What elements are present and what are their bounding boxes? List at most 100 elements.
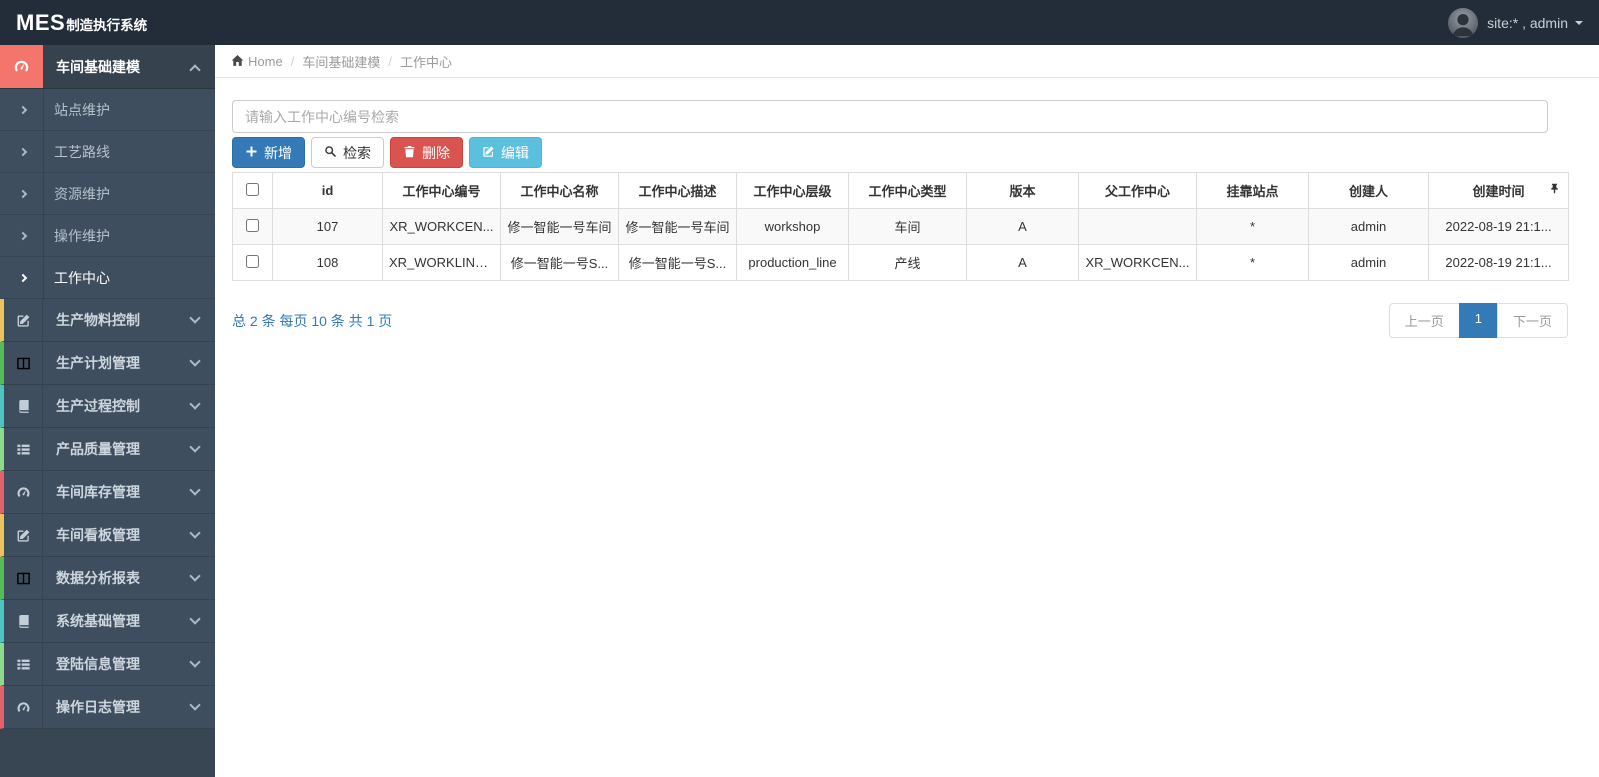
top-navbar: MES 制造执行系统 site:* , admin bbox=[0, 0, 1599, 45]
chevron-down-icon bbox=[189, 312, 201, 324]
cell-created: 2022-08-19 21:1... bbox=[1428, 208, 1569, 245]
sidebar-item[interactable]: 数据分析报表 bbox=[0, 557, 215, 600]
cell-name: 修一智能一号S... bbox=[500, 244, 619, 281]
toolbar: 新增 检索 删除 编辑 bbox=[232, 137, 1582, 168]
cell-id: 108 bbox=[272, 244, 383, 281]
column-header-type: 工作中心类型 bbox=[848, 172, 967, 209]
book-icon bbox=[4, 385, 43, 427]
add-button[interactable]: 新增 bbox=[232, 137, 305, 168]
sidebar-subitem-label: 资源维护 bbox=[54, 185, 110, 202]
table-body: 107 XR_WORKCEN... 修一智能一号车间 修一智能一号车间 workshop… bbox=[232, 208, 1569, 281]
pagination: 上一页 1 下一页 bbox=[1388, 303, 1568, 338]
cell-type: 车间 bbox=[848, 208, 967, 245]
next-page-button[interactable]: 下一页 bbox=[1496, 303, 1568, 338]
sidebar-subitem[interactable]: 站点维护 bbox=[0, 89, 215, 131]
work-center-table: id 工作中心编号 工作中心名称 工作中心描述 工作中心层级 工作中心类型 版本 父工作中心挂… bbox=[232, 172, 1569, 281]
chevron-down-icon bbox=[189, 613, 201, 625]
chevron-right-icon bbox=[18, 231, 28, 240]
cell-station: * bbox=[1196, 244, 1309, 281]
chevron-down-icon bbox=[189, 355, 201, 367]
sidebar: 车间基础建模 站点维护工艺路线资源维护操作维护工作中心 生产物料控制 生产计划管理… bbox=[0, 45, 215, 777]
chevron-right-icon bbox=[18, 147, 28, 156]
search-input[interactable] bbox=[232, 100, 1548, 133]
select-all-checkbox[interactable] bbox=[246, 182, 259, 196]
cell-creator: admin bbox=[1308, 208, 1429, 245]
page-1-button[interactable]: 1 bbox=[1458, 303, 1498, 338]
sidebar-item-label: 登陆信息管理 bbox=[56, 656, 140, 672]
column-header-parent: 父工作中心 bbox=[1078, 172, 1197, 209]
prev-page-button[interactable]: 上一页 bbox=[1388, 303, 1460, 338]
sidebar-item-label: 生产过程控制 bbox=[56, 398, 140, 414]
chevron-down-icon bbox=[189, 656, 201, 668]
home-icon bbox=[231, 52, 248, 70]
cell-name: 修一智能一号车间 bbox=[500, 208, 619, 245]
cell-desc: 修一智能一号车间 bbox=[618, 208, 737, 245]
dashboard-icon bbox=[4, 686, 43, 728]
cell-version: A bbox=[966, 244, 1079, 281]
book-icon bbox=[4, 600, 43, 642]
brand-sub: 制造执行系统 bbox=[66, 17, 148, 33]
column-header-station: 挂靠站点 bbox=[1196, 172, 1309, 209]
sidebar-subitem[interactable]: 操作维护 bbox=[0, 215, 215, 257]
sidebar-item[interactable]: 车间看板管理 bbox=[0, 514, 215, 557]
sidebar-item[interactable]: 操作日志管理 bbox=[0, 686, 215, 729]
chevron-down-icon bbox=[189, 484, 201, 496]
list-icon bbox=[4, 643, 43, 685]
cell-level: workshop bbox=[736, 208, 849, 245]
edit-button[interactable]: 编辑 bbox=[469, 137, 542, 168]
sidebar-item-label: 产品质量管理 bbox=[56, 441, 140, 457]
chevron-down-icon bbox=[189, 570, 201, 582]
delete-button[interactable]: 删除 bbox=[390, 137, 463, 168]
sidebar-subitem[interactable]: 工艺路线 bbox=[0, 131, 215, 173]
cell-level: production_line bbox=[736, 244, 849, 281]
row-checkbox[interactable] bbox=[246, 218, 259, 232]
app-window: MES 制造执行系统 site:* , admin 车间基础建模 站点维护工艺路… bbox=[0, 0, 1599, 777]
user-avatar bbox=[1448, 7, 1479, 38]
sidebar-item-label: 系统基础管理 bbox=[56, 613, 140, 629]
edit-icon bbox=[4, 514, 43, 556]
column-header-version: 版本 bbox=[966, 172, 1079, 209]
sidebar-item[interactable]: 车间库存管理 bbox=[0, 471, 215, 514]
edit-icon bbox=[482, 145, 501, 161]
cell-parent bbox=[1078, 208, 1197, 245]
sidebar-item[interactable]: 系统基础管理 bbox=[0, 600, 215, 643]
breadcrumb-separator: / bbox=[290, 53, 295, 69]
sidebar-subitem-label: 站点维护 bbox=[54, 101, 110, 118]
trash-icon bbox=[403, 145, 422, 161]
cell-station: * bbox=[1196, 208, 1309, 245]
sidebar-item[interactable]: 产品质量管理 bbox=[0, 428, 215, 471]
sidebar-submenu: 站点维护工艺路线资源维护操作维护工作中心 bbox=[0, 89, 215, 299]
chevron-up-icon bbox=[189, 63, 201, 76]
sidebar-subitem[interactable]: 工作中心 bbox=[0, 257, 215, 299]
plus-icon bbox=[245, 145, 264, 161]
table-row[interactable]: 108 XR_WORKLINE... 修一智能一号S... 修一智能一号S... pro… bbox=[232, 244, 1569, 281]
columns-icon bbox=[4, 557, 43, 599]
pin-icon[interactable] bbox=[1549, 182, 1560, 197]
sidebar-subitem-label: 工作中心 bbox=[54, 269, 110, 286]
chevron-down-icon bbox=[189, 699, 201, 711]
table-footer: 总 2 条 每页 10 条 共 1 页 上一页 1 下一页 bbox=[232, 303, 1568, 338]
table-row[interactable]: 107 XR_WORKCEN... 修一智能一号车间 修一智能一号车间 workshop… bbox=[232, 208, 1569, 245]
breadcrumb-home-link[interactable]: Home bbox=[231, 52, 283, 70]
row-checkbox[interactable] bbox=[246, 254, 259, 268]
chevron-right-icon bbox=[18, 189, 28, 198]
sidebar-item[interactable]: 生产物料控制 bbox=[0, 299, 215, 342]
sidebar-group-expanded: 车间基础建模 站点维护工艺路线资源维护操作维护工作中心 bbox=[0, 45, 215, 299]
sidebar-item-label: 车间基础建模 bbox=[56, 58, 140, 75]
main-content: Home / 车间基础建模 / 工作中心 新增 检索 bbox=[215, 45, 1599, 777]
pagination-summary: 总 2 条 每页 10 条 共 1 页 bbox=[232, 312, 393, 329]
column-header-code: 工作中心编号 bbox=[382, 172, 501, 209]
column-header-level: 工作中心层级 bbox=[736, 172, 849, 209]
sidebar-filler bbox=[0, 729, 215, 777]
columns-icon bbox=[4, 342, 43, 384]
sidebar-item[interactable]: 生产过程控制 bbox=[0, 385, 215, 428]
chevron-down-icon bbox=[189, 398, 201, 410]
sidebar-item[interactable]: 登陆信息管理 bbox=[0, 643, 215, 686]
sidebar-item[interactable]: 生产计划管理 bbox=[0, 342, 215, 385]
column-header-creator: 创建人 bbox=[1308, 172, 1429, 209]
caret-down-icon bbox=[1575, 20, 1583, 25]
search-button[interactable]: 检索 bbox=[311, 137, 384, 168]
user-menu[interactable]: site:* , admin bbox=[1448, 7, 1583, 38]
sidebar-subitem[interactable]: 资源维护 bbox=[0, 173, 215, 215]
sidebar-item-workshop-modeling[interactable]: 车间基础建模 bbox=[0, 45, 215, 89]
